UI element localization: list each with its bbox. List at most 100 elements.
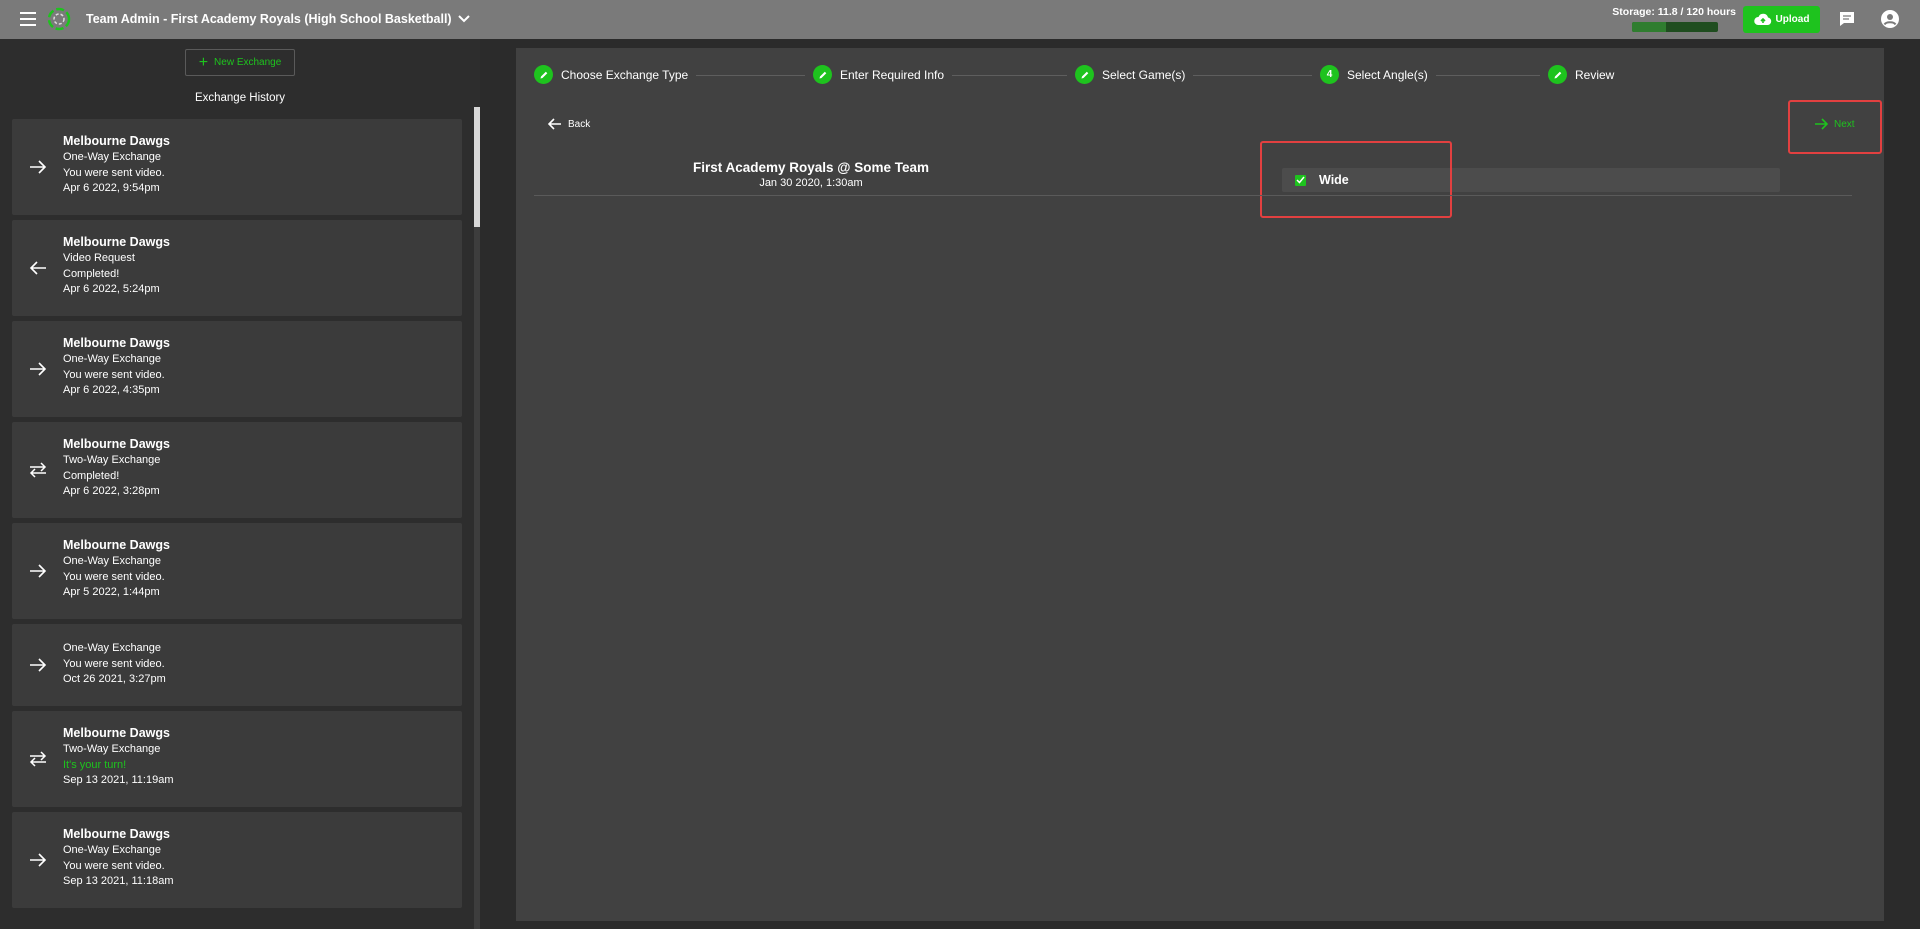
arrow-right-icon bbox=[28, 562, 48, 580]
exchange-card-details: Melbourne Dawgs One-Way Exchange You were … bbox=[63, 336, 170, 399]
game-date: Jan 30 2020, 1:30am bbox=[759, 177, 863, 189]
exchange-status: Completed! bbox=[63, 267, 120, 280]
exchange-date: Oct 26 2021, 3:27pm bbox=[63, 673, 166, 685]
exchange-type: One-Way Exchange bbox=[63, 555, 162, 567]
step-1[interactable]: Choose Exchange Type bbox=[534, 65, 688, 84]
exchange-type: Two-Way Exchange bbox=[63, 454, 161, 466]
cloud-upload-icon bbox=[1753, 13, 1771, 25]
step-label: Review bbox=[1575, 67, 1615, 82]
exchange-type: One-Way Exchange bbox=[63, 353, 162, 365]
exchange-type: One-Way Exchange bbox=[63, 151, 162, 163]
step-label: Select Angle(s) bbox=[1347, 67, 1428, 82]
exchange-card[interactable]: Melbourne Dawgs One-Way Exchange You were … bbox=[12, 119, 462, 215]
exchange-card[interactable]: Melbourne Dawgs One-Way Exchange You were … bbox=[12, 812, 462, 908]
exchange-team: Melbourne Dawgs bbox=[63, 437, 170, 451]
exchange-card[interactable]: Melbourne Dawgs Video Request Completed! Ap… bbox=[12, 220, 462, 316]
exchange-date: Sep 13 2021, 11:18am bbox=[63, 875, 174, 887]
step-connector bbox=[1193, 75, 1312, 76]
exchange-card[interactable]: One-Way Exchange You were sent video. Oct … bbox=[12, 624, 462, 706]
storage-bar bbox=[1632, 22, 1718, 32]
sidebar-scrollbar[interactable] bbox=[474, 107, 480, 929]
message-icon[interactable] bbox=[1838, 10, 1856, 28]
step-number-badge: 4 bbox=[1320, 65, 1339, 84]
exchange-team: Melbourne Dawgs bbox=[63, 235, 170, 249]
exchange-status: You were sent video. bbox=[63, 657, 165, 670]
exchange-date: Apr 6 2022, 9:54pm bbox=[63, 182, 160, 194]
exchange-history-list: Melbourne Dawgs One-Way Exchange You were … bbox=[12, 119, 462, 913]
step-connector bbox=[696, 75, 805, 76]
exchange-card-details: Melbourne Dawgs One-Way Exchange You were … bbox=[63, 827, 174, 890]
storage-label: Storage: 11.8 / 120 hours bbox=[1612, 6, 1736, 18]
scrollbar-thumb[interactable] bbox=[474, 107, 480, 227]
storage-bar-fill bbox=[1632, 22, 1666, 32]
arrow-right-icon bbox=[28, 851, 48, 869]
exchange-team: Melbourne Dawgs bbox=[63, 336, 170, 350]
exchange-status: It's your turn! bbox=[63, 758, 127, 771]
exchange-card-details: Melbourne Dawgs Two-Way Exchange It's your… bbox=[63, 726, 174, 789]
exchange-date: Apr 5 2022, 1:44pm bbox=[63, 586, 160, 598]
top-bar: Team Admin - First Academy Royals (High … bbox=[0, 0, 1920, 39]
exchange-card[interactable]: Melbourne Dawgs One-Way Exchange You were … bbox=[12, 321, 462, 417]
exchange-status: You were sent video. bbox=[63, 859, 165, 872]
arrow-right-icon bbox=[28, 656, 48, 674]
exchange-card-details: One-Way Exchange You were sent video. Oct … bbox=[63, 641, 166, 688]
account-icon[interactable] bbox=[1880, 9, 1900, 29]
team-selector[interactable]: Team Admin - First Academy Royals (High … bbox=[86, 12, 470, 26]
exchange-date: Apr 6 2022, 3:28pm bbox=[63, 485, 160, 497]
team-title: Team Admin - First Academy Royals (High … bbox=[86, 12, 452, 26]
main-panel: Choose Exchange Type Enter Required Info S… bbox=[516, 48, 1884, 921]
swap-icon bbox=[28, 461, 48, 479]
storage-indicator: Storage: 11.8 / 120 hours bbox=[1612, 6, 1736, 32]
exchange-date: Sep 13 2021, 11:19am bbox=[63, 774, 174, 786]
step-label: Choose Exchange Type bbox=[561, 67, 689, 82]
step-4[interactable]: 4 Select Angle(s) bbox=[1320, 65, 1428, 84]
exchange-card[interactable]: Melbourne Dawgs One-Way Exchange You were … bbox=[12, 523, 462, 619]
exchange-status: Completed! bbox=[63, 469, 120, 482]
angle-highlight-box bbox=[1260, 141, 1452, 218]
swap-icon bbox=[28, 750, 48, 768]
exchange-team: Melbourne Dawgs bbox=[63, 538, 170, 552]
arrow-left-icon bbox=[28, 259, 48, 277]
exchange-team: Melbourne Dawgs bbox=[63, 827, 170, 841]
chevron-down-icon bbox=[457, 15, 470, 23]
new-exchange-button[interactable]: + New Exchange bbox=[185, 49, 295, 76]
exchange-team: Melbourne Dawgs bbox=[63, 726, 170, 740]
plus-icon: + bbox=[198, 53, 209, 71]
exchange-card-details: Melbourne Dawgs One-Way Exchange You were … bbox=[63, 538, 170, 601]
new-exchange-label: New Exchange bbox=[214, 57, 282, 68]
exchange-type: Video Request bbox=[63, 252, 135, 264]
arrow-right-icon bbox=[28, 360, 48, 378]
step-label: Select Game(s) bbox=[1102, 67, 1186, 82]
next-highlight-box bbox=[1788, 100, 1882, 154]
exchange-card[interactable]: Melbourne Dawgs Two-Way Exchange Completed… bbox=[12, 422, 462, 518]
exchange-date: Apr 6 2022, 5:24pm bbox=[63, 283, 160, 295]
pencil-icon bbox=[1075, 65, 1094, 84]
step-2[interactable]: Enter Required Info bbox=[813, 65, 944, 84]
step-connector bbox=[1436, 75, 1540, 76]
step-3[interactable]: Select Game(s) bbox=[1075, 65, 1185, 84]
exchange-card[interactable]: Melbourne Dawgs Two-Way Exchange It's your… bbox=[12, 711, 462, 807]
exchange-card-details: Melbourne Dawgs One-Way Exchange You were … bbox=[63, 134, 170, 197]
back-button[interactable]: Back bbox=[548, 118, 590, 130]
exchange-sidebar: + New Exchange Exchange History Melbourn… bbox=[0, 39, 480, 929]
step-5[interactable]: Review bbox=[1548, 65, 1614, 84]
back-label: Back bbox=[568, 118, 591, 130]
pencil-icon bbox=[813, 65, 832, 84]
game-title: First Academy Royals @ Some Team bbox=[693, 160, 929, 175]
exchange-team: Melbourne Dawgs bbox=[63, 134, 170, 148]
game-info: First Academy Royals @ Some Team Jan 30 … bbox=[516, 160, 1106, 189]
exchange-status: You were sent video. bbox=[63, 570, 165, 583]
exchange-card-details: Melbourne Dawgs Video Request Completed! Ap… bbox=[63, 235, 170, 298]
exchange-card-details: Melbourne Dawgs Two-Way Exchange Completed… bbox=[63, 437, 170, 500]
arrow-right-icon bbox=[28, 158, 48, 176]
step-connector bbox=[952, 75, 1067, 76]
exchange-type: Two-Way Exchange bbox=[63, 743, 161, 755]
upload-button[interactable]: Upload bbox=[1743, 6, 1820, 33]
team-logo bbox=[47, 7, 71, 31]
menu-icon[interactable] bbox=[20, 12, 36, 26]
exchange-history-title: Exchange History bbox=[194, 92, 286, 104]
exchange-type: One-Way Exchange bbox=[63, 642, 162, 654]
pencil-icon bbox=[534, 65, 553, 84]
game-divider bbox=[534, 195, 1852, 196]
pencil-icon bbox=[1548, 65, 1567, 84]
